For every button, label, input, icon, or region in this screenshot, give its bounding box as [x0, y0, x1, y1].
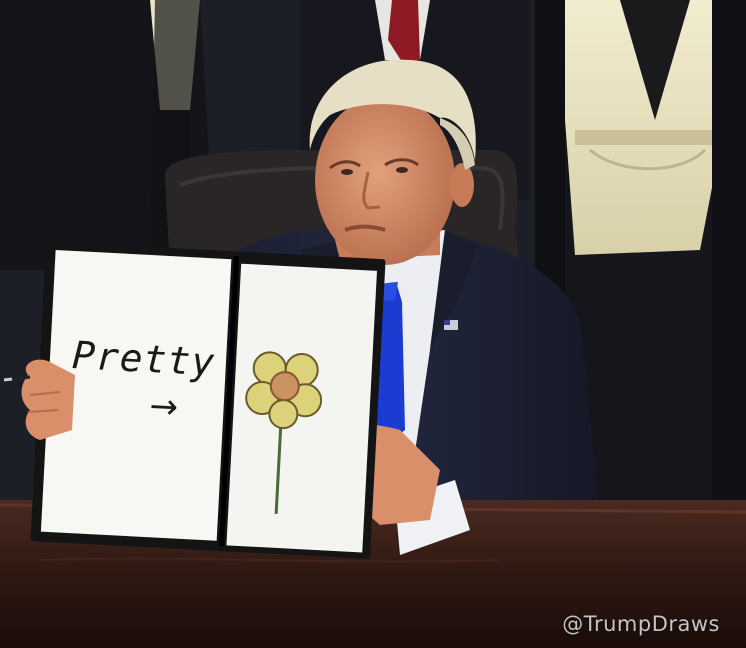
photo-illustration: Pretty →	[0, 0, 746, 648]
watermark: @TrumpDraws	[562, 612, 720, 636]
photo-scene: Pretty → @TrumpDraws	[0, 0, 746, 648]
card-arrow: →	[149, 386, 180, 427]
card-word: Pretty	[71, 333, 216, 384]
signed-card-folder: Pretty →	[30, 241, 386, 559]
